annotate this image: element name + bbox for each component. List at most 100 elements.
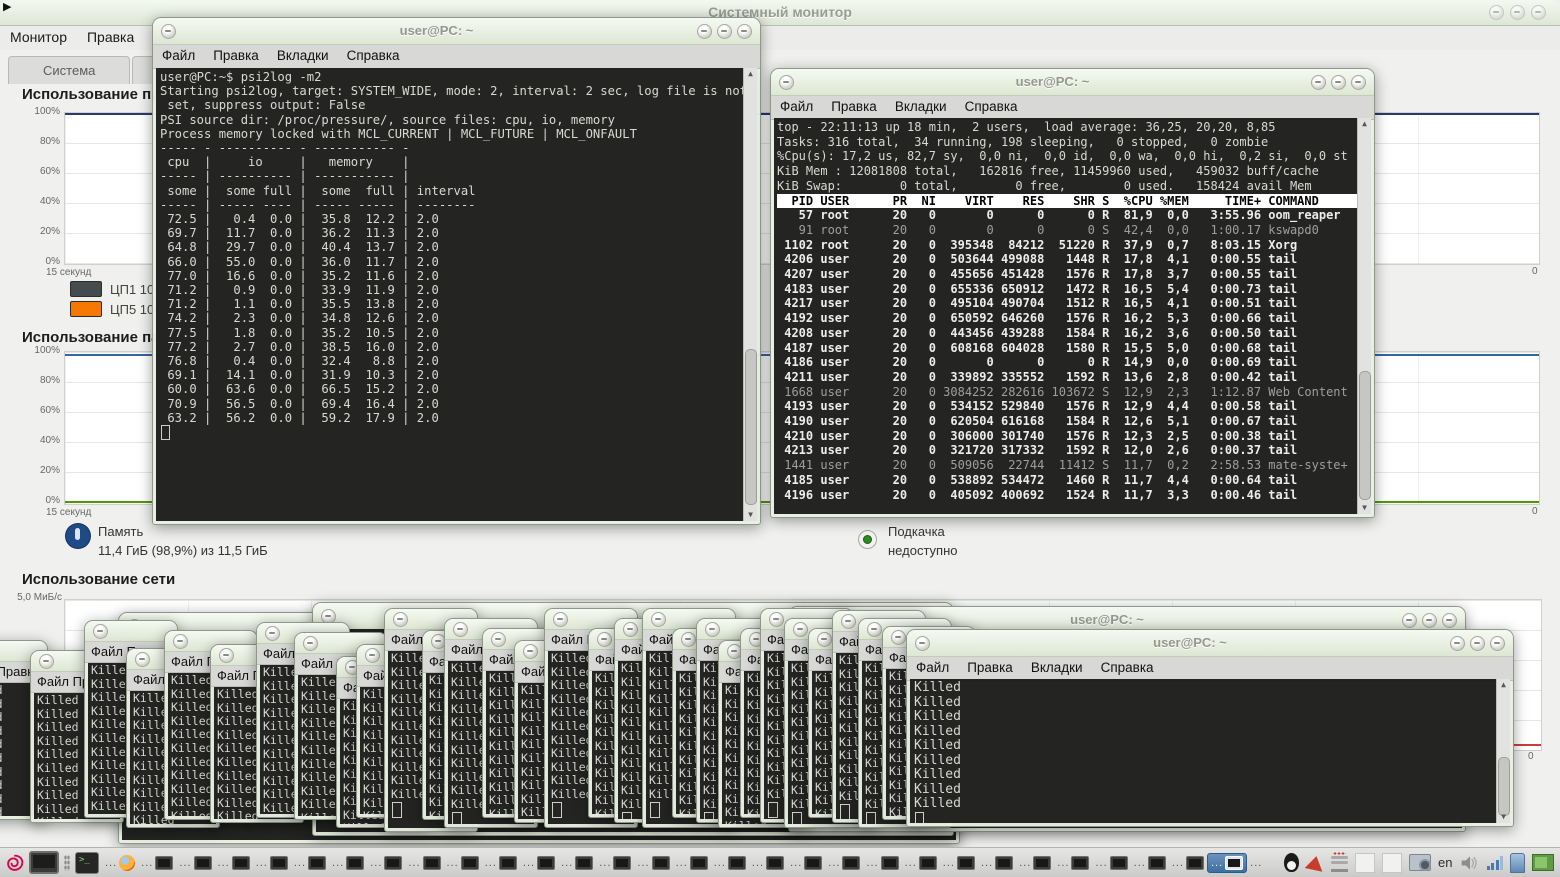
scroll-up-icon[interactable]: ▲ — [1358, 118, 1371, 130]
window-menu-icon[interactable] — [705, 622, 720, 637]
window-menu-icon[interactable] — [769, 612, 784, 627]
window-menu-icon[interactable] — [817, 632, 832, 647]
scroll-down-icon[interactable]: ▼ — [1497, 811, 1510, 823]
taskbar-window-button[interactable]: ... — [596, 854, 634, 872]
taskbar-window-button[interactable]: ... — [291, 854, 329, 872]
minimize-button[interactable] — [697, 24, 712, 39]
menu-item[interactable]: Правка — [204, 45, 268, 63]
maximize-button[interactable] — [1510, 5, 1525, 20]
window-menu-icon[interactable] — [597, 632, 612, 647]
taskbar-window-button[interactable]: ... — [102, 853, 138, 873]
taskbar-window-button[interactable]: ... — [215, 854, 253, 872]
window-menu-icon[interactable] — [793, 622, 808, 637]
taskbar-window-button[interactable]: ... — [520, 854, 558, 872]
taskbar-window-button[interactable]: ... — [787, 854, 825, 872]
top-terminal-window[interactable]: user@PC: ~ ФайлПравкаВкладкиСправка top … — [770, 68, 1375, 518]
terminal-launcher-icon[interactable] — [75, 852, 99, 874]
window-menu-icon[interactable] — [365, 648, 380, 663]
taskbar-window-button[interactable]: ... — [405, 854, 443, 872]
taskbar-window-button[interactable]: ... — [444, 854, 482, 872]
scrollbar-thumb[interactable] — [1498, 757, 1510, 817]
window-menu-icon[interactable] — [303, 636, 318, 651]
window-menu-icon[interactable] — [779, 75, 794, 90]
taskbar-window-button[interactable]: ... — [138, 854, 176, 872]
spring-toy-icon[interactable] — [1331, 854, 1348, 872]
taskbar-window-button[interactable]: ... — [1207, 853, 1247, 873]
minimize-button[interactable] — [1402, 613, 1417, 628]
taskbar-window-button[interactable]: ... — [673, 854, 711, 872]
window-titlebar[interactable]: user@PC: ~ — [771, 69, 1374, 96]
menu-item[interactable]: Файл — [907, 657, 958, 675]
menu-item[interactable]: Файл — [771, 96, 822, 114]
scrollbar-thumb[interactable] — [1359, 371, 1371, 500]
system-monitor-launcher-icon[interactable] — [29, 851, 59, 874]
menu-item[interactable]: Правка — [958, 657, 1022, 675]
menu-item[interactable]: Справка — [1092, 657, 1163, 675]
window-menu-icon[interactable] — [393, 612, 408, 627]
window-menu-icon[interactable] — [219, 648, 234, 663]
menu-item[interactable]: Вкладки — [886, 96, 956, 114]
close-button[interactable] — [1442, 613, 1457, 628]
menu-item[interactable]: Справка — [338, 45, 409, 63]
minimize-button[interactable] — [1489, 5, 1504, 20]
window-menu-icon[interactable] — [891, 630, 906, 645]
taskbar-window-button[interactable]: ... — [711, 854, 749, 872]
signal-strength-icon[interactable] — [1487, 855, 1504, 870]
volume-icon[interactable] — [1460, 855, 1480, 871]
window-titlebar[interactable]: user@PC: ~ — [907, 630, 1513, 657]
menu-item[interactable]: Справка — [956, 96, 1027, 114]
taskbar-window-button[interactable]: ... — [558, 854, 596, 872]
window-menu-icon[interactable] — [135, 652, 150, 667]
window-menu-icon[interactable] — [841, 614, 856, 629]
maximize-button[interactable] — [1422, 613, 1437, 628]
taskbar-window-button[interactable]: ... — [1169, 854, 1207, 872]
taskbar-window-button[interactable]: ... — [978, 854, 1016, 872]
window-menu-icon[interactable] — [173, 634, 188, 649]
taskbar-window-button[interactable]: ... — [825, 854, 863, 872]
taskbar-window-button[interactable]: ... — [634, 854, 672, 872]
scroll-down-icon[interactable]: ▼ — [744, 509, 757, 521]
keyboard-layout-indicator[interactable]: en — [1438, 855, 1452, 870]
minimize-button[interactable] — [1311, 75, 1326, 90]
minimize-button[interactable] — [1450, 636, 1465, 651]
taskbar-window-button[interactable]: ... — [1054, 854, 1092, 872]
window-menu-icon[interactable] — [39, 654, 54, 669]
window-menu-icon[interactable] — [651, 612, 666, 627]
taskbar-window-button[interactable]: ... — [253, 854, 291, 872]
menu-item[interactable]: Монитор — [0, 26, 77, 48]
scroll-up-icon[interactable]: ▲ — [1497, 679, 1510, 691]
taskbar-window-button[interactable]: ... — [902, 854, 940, 872]
taskbar-window-button[interactable]: ... — [1092, 854, 1130, 872]
taskbar-window-button[interactable]: ... — [367, 854, 405, 872]
killed-terminal-front-window[interactable]: user@PC: ~ ФайлПравкаВкладкиСправка Kill… — [906, 629, 1514, 827]
debian-menu-icon[interactable] — [4, 852, 26, 874]
close-button[interactable] — [1490, 636, 1505, 651]
green-display-icon[interactable] — [1532, 854, 1554, 871]
scrollbar[interactable]: ▲ ▼ — [1357, 118, 1371, 514]
window-menu-icon[interactable] — [867, 622, 882, 637]
window-menu-icon[interactable] — [915, 636, 930, 651]
menu-item[interactable]: Вкладки — [1022, 657, 1092, 675]
taskbar-window-button[interactable]: ... — [749, 854, 787, 872]
window-menu-icon[interactable] — [623, 622, 638, 637]
taskbar-window-button[interactable]: ... — [482, 854, 520, 872]
maximize-button[interactable] — [717, 24, 732, 39]
close-button[interactable] — [1351, 75, 1366, 90]
tab-1[interactable]: Система — [8, 56, 130, 84]
taskbar-window-button[interactable]: ... — [863, 854, 901, 872]
panel-expand-arrow-icon[interactable]: ▶ — [3, 0, 11, 13]
scrollbar[interactable]: ▲ ▼ — [743, 68, 757, 521]
tux-racer-icon[interactable] — [1305, 854, 1326, 871]
window-titlebar[interactable]: user@PC: ~ — [153, 18, 760, 45]
window-menu-icon[interactable] — [265, 626, 280, 641]
menu-item[interactable]: Правка — [822, 96, 886, 114]
taskbar-window-button[interactable]: ... — [1131, 854, 1169, 872]
window-menu-icon[interactable] — [553, 612, 568, 627]
window-menu-icon[interactable] — [161, 24, 176, 39]
window-menu-icon[interactable] — [681, 632, 696, 647]
water-cooler-icon[interactable] — [1510, 853, 1525, 873]
tux-icon[interactable] — [1284, 853, 1299, 872]
scroll-up-icon[interactable]: ▲ — [744, 68, 757, 80]
monitor-gears-icon[interactable] — [1409, 854, 1431, 871]
taskbar-window-button[interactable]: ... — [1016, 854, 1054, 872]
